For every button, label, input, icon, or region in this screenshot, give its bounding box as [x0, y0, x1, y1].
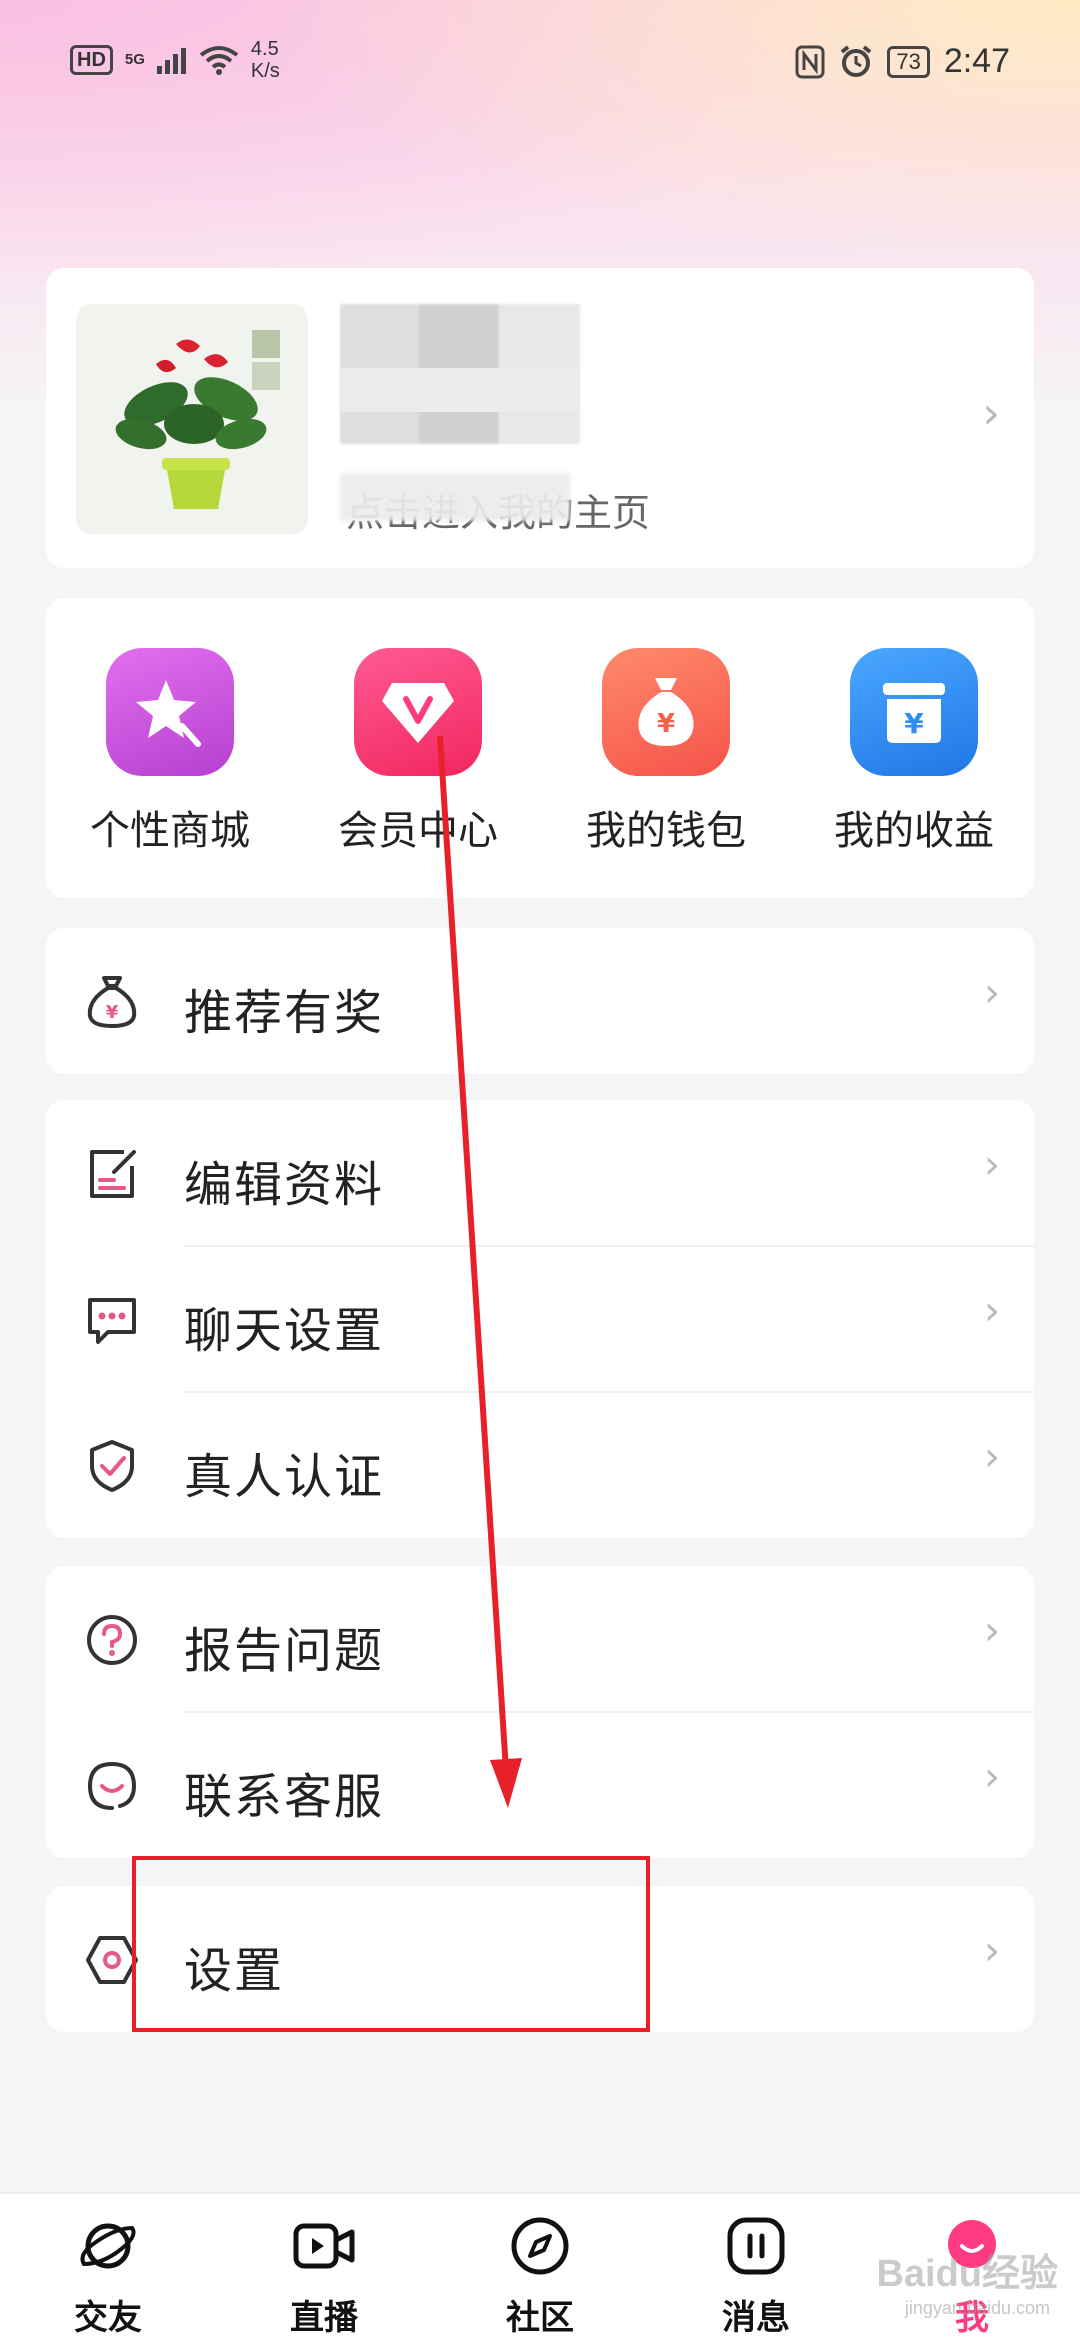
video-camera-icon — [293, 2223, 355, 2269]
nav-label: 交友 — [74, 2298, 142, 2338]
nav-label: 社区 — [506, 2298, 574, 2338]
bottom-nav: 交友 直播 社区 消息 我 Baidu经验 jingyan.baidu.com — [0, 2192, 1080, 2340]
nav-tab-live[interactable]: 直播 — [244, 2214, 404, 2339]
nav-label: 直播 — [290, 2298, 358, 2338]
nav-tab-messages[interactable]: 消息 — [676, 2214, 836, 2339]
watermark-url: jingyan.baidu.com — [904, 2298, 1050, 2318]
planet-icon — [80, 2223, 136, 2269]
watermark-brand: Baidu经验 — [876, 2253, 1058, 2295]
annotation-highlight-box — [132, 1856, 650, 2032]
message-icon — [727, 2217, 785, 2275]
nav-tab-community[interactable]: 社区 — [460, 2214, 620, 2339]
compass-icon — [511, 2217, 569, 2275]
nav-label: 消息 — [722, 2298, 790, 2338]
nav-tab-friends[interactable]: 交友 — [28, 2214, 188, 2339]
